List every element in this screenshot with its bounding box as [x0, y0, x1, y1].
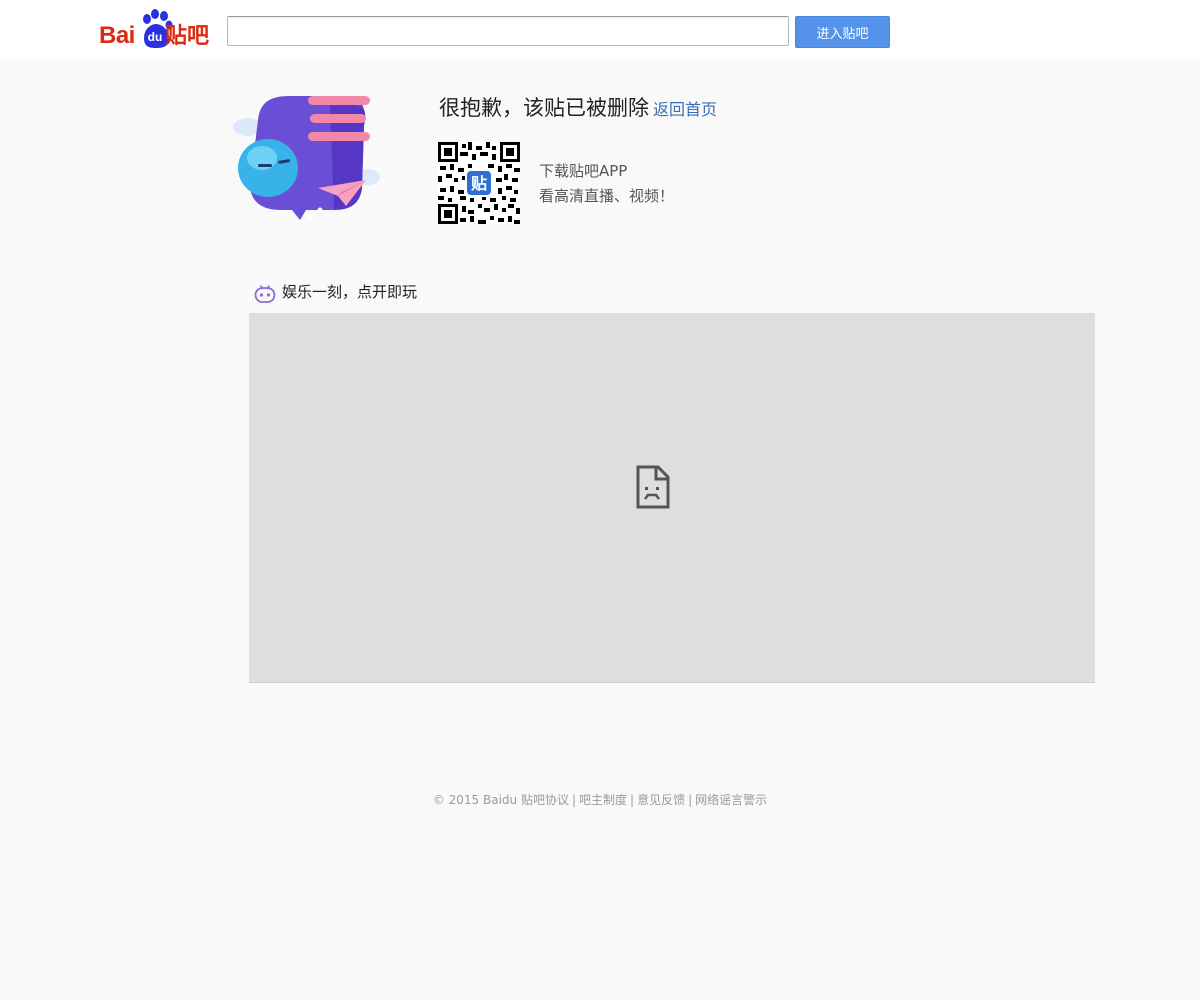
game-embed-frame[interactable]	[249, 313, 1095, 683]
logo-du-text: du	[147, 30, 163, 44]
app-feature-text: 看高清直播、视频！	[539, 187, 675, 205]
footer-separator: |	[688, 793, 693, 807]
footer-link-feedback[interactable]: 意见反馈	[637, 793, 685, 807]
footer: © 2015 Baidu 贴吧协议 | 吧主制度 | 意见反馈 | 网络谣言警示	[0, 791, 1200, 809]
footer-link-rumor-warning[interactable]: 网络谣言警示	[695, 793, 767, 807]
game-controller-icon	[254, 285, 276, 303]
back-home-link[interactable]: 返回首页	[653, 100, 717, 119]
qr-code-icon: 贴	[438, 142, 520, 224]
deleted-title: 很抱歉，该贴已被删除	[439, 96, 649, 120]
mascot-illustration	[233, 96, 380, 220]
footer-copyright: © 2015 Baidu	[432, 793, 518, 807]
footer-separator: |	[571, 793, 577, 807]
enter-tieba-button[interactable]: 进入贴吧	[795, 16, 890, 48]
logo-bai-text: Bai	[99, 22, 135, 49]
app-download-text: 下载贴吧APP	[539, 162, 628, 180]
search-input[interactable]	[227, 16, 789, 46]
top-bar: Bai du 贴吧 进入贴吧	[0, 0, 1200, 60]
tieba-logo[interactable]: Bai du 贴吧	[99, 8, 219, 52]
qr-center-label: 贴	[471, 174, 487, 193]
deleted-notice: 很抱歉，该贴已被删除 返回首页	[439, 94, 717, 124]
broken-page-icon	[636, 465, 670, 509]
logo-tieba-text: 贴吧	[165, 23, 210, 48]
game-section-title: 娱乐一刻，点开即玩	[282, 283, 418, 301]
footer-link-moderator-rules[interactable]: 吧主制度	[579, 793, 627, 807]
footer-link-agreement[interactable]: 贴吧协议	[521, 793, 569, 807]
footer-separator: |	[630, 793, 635, 807]
